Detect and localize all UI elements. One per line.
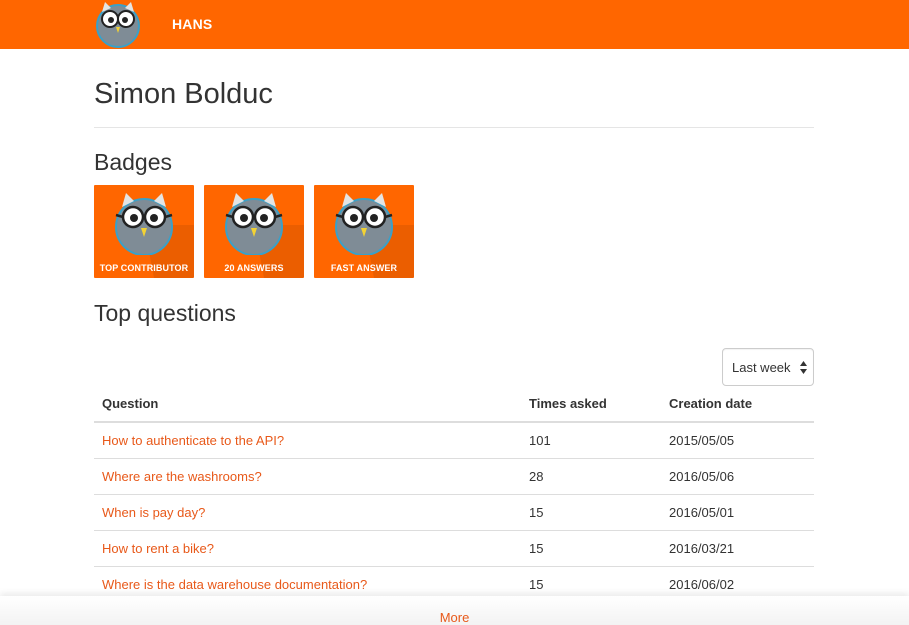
badge-top-contributor: TOP CONTRIBUTOR xyxy=(94,185,194,278)
owl-logo-icon[interactable] xyxy=(94,0,142,48)
column-header-creation-date[interactable]: Creation date xyxy=(661,386,814,423)
table-row: How to rent a bike? 15 2016/03/21 xyxy=(94,530,814,567)
times-asked-cell: 15 xyxy=(521,530,661,567)
badges-heading: Badges xyxy=(94,149,173,175)
owl-icon xyxy=(335,193,393,255)
question-link[interactable]: Where are the washrooms? xyxy=(94,458,521,495)
badge-20-answers: 20 ANSWERS xyxy=(204,185,304,278)
creation-date-cell: 2016/05/01 xyxy=(661,494,814,531)
table-row: When is pay day? 15 2016/05/01 xyxy=(94,494,814,531)
question-link[interactable]: How to rent a bike? xyxy=(94,530,521,567)
owl-icon xyxy=(225,193,283,255)
badge-label: 20 ANSWERS xyxy=(224,263,284,273)
question-link[interactable]: When is pay day? xyxy=(94,494,521,531)
title-divider xyxy=(94,127,814,128)
creation-date-cell: 2016/03/21 xyxy=(661,530,814,567)
select-arrows-icon xyxy=(800,361,807,374)
top-questions-heading: Top questions xyxy=(94,300,236,326)
page-title: Simon Bolduc xyxy=(94,78,273,110)
badge-fast-answer: FAST ANSWER xyxy=(314,185,414,278)
times-asked-cell: 28 xyxy=(521,458,661,495)
badge-label: TOP CONTRIBUTOR xyxy=(99,263,189,273)
times-asked-cell: 15 xyxy=(521,494,661,531)
table-row: Where are the washrooms? 28 2016/05/06 xyxy=(94,458,814,495)
more-link[interactable]: More xyxy=(0,610,909,625)
period-select-value: Last week xyxy=(732,360,791,375)
table-header-row: Question Times asked Creation date xyxy=(94,386,814,423)
main-content: Simon Bolduc Badges TOP CONTRIBUTOR 20 A… xyxy=(94,49,814,602)
period-select[interactable]: Last week xyxy=(722,348,814,386)
creation-date-cell: 2016/05/06 xyxy=(661,458,814,495)
badge-label: FAST ANSWER xyxy=(330,263,398,273)
creation-date-cell: 2015/05/05 xyxy=(661,422,814,459)
badge-list: TOP CONTRIBUTOR 20 ANSWERS FAST ANSWER xyxy=(94,185,814,278)
column-header-question[interactable]: Question xyxy=(94,386,521,423)
top-navbar: HANS xyxy=(0,0,909,49)
times-asked-cell: 101 xyxy=(521,422,661,459)
owl-icon xyxy=(115,193,173,255)
question-link[interactable]: How to authenticate to the API? xyxy=(94,422,521,459)
brand-name[interactable]: HANS xyxy=(172,16,212,32)
table-row: How to authenticate to the API? 101 2015… xyxy=(94,422,814,459)
top-questions-table: Question Times asked Creation date How t… xyxy=(94,386,814,602)
filter-row: Last week xyxy=(94,348,814,386)
column-header-times-asked[interactable]: Times asked xyxy=(521,386,661,423)
